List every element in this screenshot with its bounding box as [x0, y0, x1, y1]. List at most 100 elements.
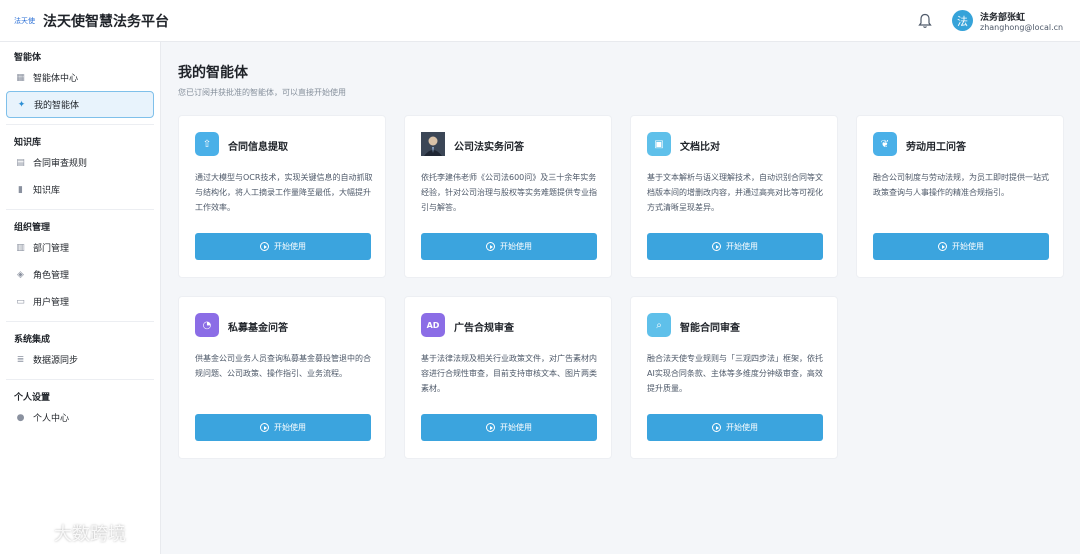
user-icon: ● — [16, 412, 25, 423]
agent-card-document-compare: ▣ 文档比对 基于文本解析与语义理解技术，自动识别合同等文档版本间的增删改内容，… — [630, 115, 838, 278]
play-icon — [260, 423, 269, 432]
start-button-label: 开始使用 — [274, 423, 306, 432]
start-button[interactable]: 开始使用 — [195, 414, 371, 441]
user-card-icon: ▭ — [16, 296, 25, 307]
card-title: 合同信息提取 — [228, 142, 288, 153]
agent-card-smart-contract-review: ⌕ 智能合同审查 融合法天使专业规则与「三观四步法」框架，依托AI实现合同条款、… — [630, 296, 838, 459]
sidebar-item-roles[interactable]: ◈ 角色管理 — [6, 261, 154, 288]
play-icon — [938, 242, 947, 251]
ad-icon: AD — [421, 313, 445, 337]
start-button-label: 开始使用 — [500, 242, 532, 251]
sparkle-icon: ✦ — [17, 99, 26, 110]
agent-card-ad-compliance: AD 广告合规审查 基于法律法规及相关行业政策文件，对广告素材内容进行合规性审查… — [404, 296, 612, 459]
leaf-icon: ❦ — [873, 132, 897, 156]
start-button-label: 开始使用 — [274, 242, 306, 251]
sidebar-group-title: 组织管理 — [14, 223, 51, 233]
user-name[interactable]: 法务部张虹 — [980, 10, 1025, 23]
play-icon — [486, 242, 495, 251]
watermark: 大数跨境 — [8, 520, 126, 546]
search-doc-icon: ⌕ — [647, 313, 671, 337]
start-button-label: 开始使用 — [952, 242, 984, 251]
sidebar-item-label: 部门管理 — [33, 244, 70, 254]
sidebar-item-users[interactable]: ▭ 用户管理 — [6, 288, 154, 315]
app-title: 法天使智慧法务平台 — [43, 13, 169, 30]
sidebar-group-org: 组织管理 ▥ 部门管理 ◈ 角色管理 ▭ 用户管理 — [0, 212, 160, 315]
watermark-logo — [8, 521, 48, 545]
card-description: 融合公司制度与劳动法规，为员工即时提供一站式政策查询与人事操作的精准合规指引。 — [873, 173, 1049, 197]
org-icon: ▥ — [16, 242, 25, 253]
avatar[interactable]: 法 — [952, 10, 973, 31]
book-icon: ▮ — [18, 184, 23, 195]
sidebar-item-data-sync[interactable]: ≣ 数据源同步 — [6, 346, 154, 373]
card-title: 广告合规审查 — [454, 323, 514, 334]
start-button[interactable]: 开始使用 — [647, 414, 823, 441]
card-title: 公司法实务问答 — [454, 142, 524, 153]
start-button[interactable]: 开始使用 — [647, 233, 823, 260]
sidebar-item-label: 个人中心 — [33, 414, 70, 424]
sidebar-item-personal-center[interactable]: ● 个人中心 — [6, 404, 154, 431]
sidebar-item-my-agents[interactable]: ✦ 我的智能体 — [6, 91, 154, 118]
file-icon: ▤ — [16, 157, 25, 168]
start-button[interactable]: 开始使用 — [421, 233, 597, 260]
watermark-text: 大数跨境 — [54, 524, 126, 545]
start-button-label: 开始使用 — [726, 423, 758, 432]
sidebar-group-title: 知识库 — [14, 138, 42, 148]
sidebar-item-agent-center[interactable]: ▦ 智能体中心 — [6, 64, 154, 91]
grid-icon: ▦ — [16, 72, 25, 83]
card-title: 劳动用工问答 — [906, 142, 966, 153]
agent-card-contract-extraction: ⇧ 合同信息提取 通过大模型与OCR技术，实现关键信息的自动抓取与结构化，将人工… — [178, 115, 386, 278]
user-email: zhanghong@local.cn — [980, 23, 1064, 32]
sidebar-group-knowledge: 知识库 ▤ 合同审查规则 ▮ 知识库 — [0, 127, 160, 203]
upload-doc-icon: ⇧ — [195, 132, 219, 156]
divider — [6, 379, 154, 380]
play-icon — [260, 242, 269, 251]
start-button[interactable]: 开始使用 — [873, 233, 1049, 260]
page-title: 我的智能体 — [178, 65, 248, 81]
main-content: 我的智能体 您已订阅并获批准的智能体，可以直接开始使用 ⇧ 合同信息提取 通过大… — [161, 42, 1080, 554]
sidebar-group-agents: 智能体 ▦ 智能体中心 ✦ 我的智能体 — [0, 42, 160, 118]
sidebar-item-label: 角色管理 — [33, 271, 70, 281]
sidebar: 智能体 ▦ 智能体中心 ✦ 我的智能体 知识库 ▤ 合同审查规则 ▮ 知识库 组… — [0, 42, 161, 554]
compare-doc-icon: ▣ — [647, 132, 671, 156]
sidebar-item-review-rules[interactable]: ▤ 合同审查规则 — [6, 149, 154, 176]
divider — [6, 209, 154, 210]
lawyer-avatar — [421, 132, 445, 156]
start-button-label: 开始使用 — [500, 423, 532, 432]
sidebar-item-label: 我的智能体 — [34, 101, 80, 111]
start-button[interactable]: 开始使用 — [421, 414, 597, 441]
chat-bubble-icon: ◔ — [195, 313, 219, 337]
start-button-label: 开始使用 — [726, 242, 758, 251]
sidebar-group-integration: 系统集成 ≣ 数据源同步 — [0, 324, 160, 373]
card-title: 智能合同审查 — [680, 323, 740, 334]
play-icon — [712, 423, 721, 432]
play-icon — [712, 242, 721, 251]
divider — [6, 321, 154, 322]
sidebar-group-title: 个人设置 — [14, 393, 51, 403]
play-icon — [486, 423, 495, 432]
sidebar-group-title: 系统集成 — [14, 335, 51, 345]
top-header: 法天使 法天使智慧法务平台 法 法务部张虹 zhanghong@local.cn — [0, 0, 1080, 42]
card-description: 融合法天使专业规则与「三观四步法」框架，依托AI实现合同条款、主体等多维度分钟级… — [647, 354, 823, 393]
sidebar-item-label: 数据源同步 — [33, 356, 79, 366]
card-description: 供基金公司业务人员查询私募基金募投管退中的合规问题、公司政策、操作指引、业务流程… — [195, 354, 371, 378]
divider — [6, 124, 154, 125]
start-button[interactable]: 开始使用 — [195, 233, 371, 260]
card-title: 文档比对 — [680, 142, 720, 153]
page-subtitle: 您已订阅并获批准的智能体，可以直接开始使用 — [178, 88, 346, 97]
logo[interactable]: 法天使 — [14, 16, 35, 26]
sidebar-item-departments[interactable]: ▥ 部门管理 — [6, 234, 154, 261]
sidebar-group-title: 智能体 — [14, 53, 42, 63]
agent-card-labor-qa: ❦ 劳动用工问答 融合公司制度与劳动法规，为员工即时提供一站式政策查询与人事操作… — [856, 115, 1064, 278]
card-description: 基于法律法规及相关行业政策文件，对广告素材内容进行合规性审查，目前支持审核文本、… — [421, 354, 597, 393]
card-title: 私募基金问答 — [228, 323, 288, 334]
sidebar-item-knowledge-base[interactable]: ▮ 知识库 — [6, 176, 154, 203]
sidebar-item-label: 智能体中心 — [33, 74, 79, 84]
agent-card-company-law-qa: 公司法实务问答 依托李建伟老师《公司法600问》及三十余年实务经验，针对公司治理… — [404, 115, 612, 278]
card-description: 基于文本解析与语义理解技术，自动识别合同等文档版本间的增删改内容，并通过高亮对比… — [647, 173, 823, 212]
bell-icon[interactable] — [918, 13, 932, 29]
sidebar-item-label: 知识库 — [33, 186, 61, 196]
sidebar-item-label: 用户管理 — [33, 298, 70, 308]
shield-icon: ◈ — [17, 269, 24, 280]
agent-card-private-fund-qa: ◔ 私募基金问答 供基金公司业务人员查询私募基金募投管退中的合规问题、公司政策、… — [178, 296, 386, 459]
sidebar-group-personal: 个人设置 ● 个人中心 — [0, 382, 160, 431]
